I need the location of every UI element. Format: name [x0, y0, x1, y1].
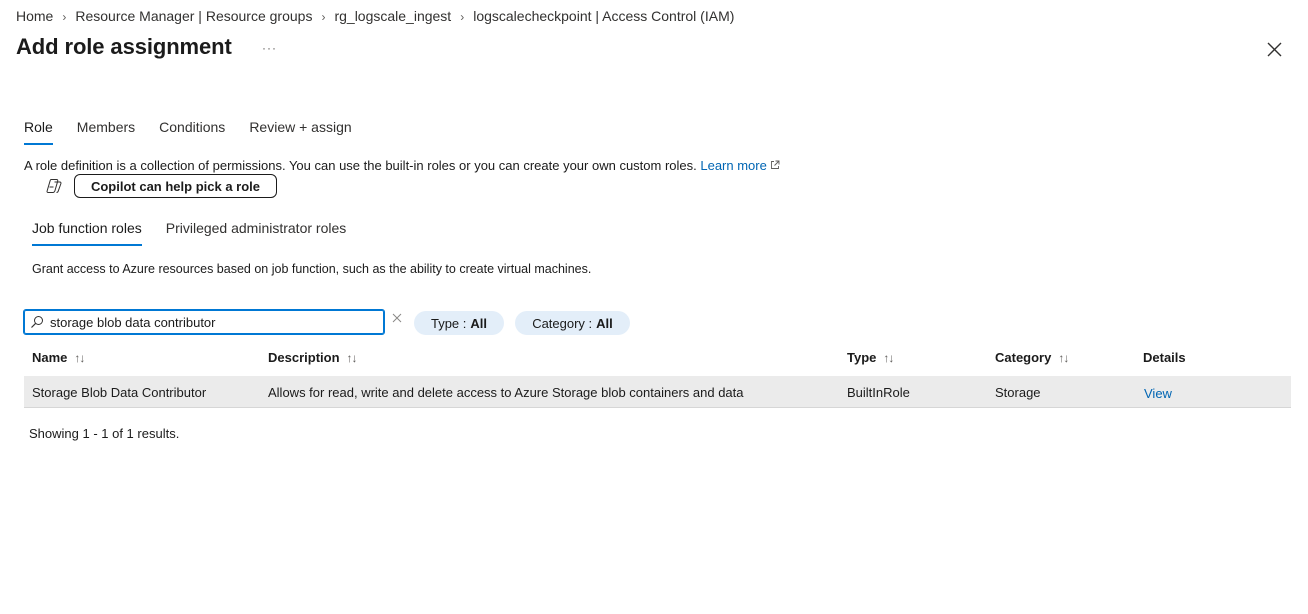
type-filter-value: All	[470, 315, 488, 331]
learn-more-link[interactable]: Learn more	[700, 158, 766, 173]
row-type: BuiltInRole	[847, 385, 910, 400]
tab-role[interactable]: Role	[24, 119, 53, 145]
breadcrumb-access-control[interactable]: logscalecheckpoint | Access Control (IAM…	[473, 8, 734, 24]
column-description[interactable]: Description ↑↓	[268, 350, 358, 365]
type-filter-label: Type :	[430, 315, 467, 331]
column-name-label: Name	[32, 350, 68, 365]
role-definition-intro: A role definition is a collection of per…	[24, 158, 780, 173]
job-function-description: Grant access to Azure resources based on…	[32, 262, 592, 276]
column-name[interactable]: Name ↑↓	[32, 350, 85, 365]
column-details: Details	[1143, 350, 1186, 365]
close-icon[interactable]	[1266, 41, 1283, 58]
category-filter-value: All	[596, 315, 613, 331]
table-row[interactable]: Storage Blob Data Contributor Allows for…	[24, 376, 1291, 408]
intro-text: A role definition is a collection of per…	[24, 158, 701, 173]
role-type-tabs: Job function roles Privileged administra…	[32, 220, 370, 246]
tab-review-assign[interactable]: Review + assign	[249, 119, 351, 145]
row-description: Allows for read, write and delete access…	[268, 385, 744, 400]
role-search-input[interactable]	[50, 314, 370, 330]
breadcrumb-resource-group[interactable]: rg_logscale_ingest	[334, 8, 451, 24]
column-category[interactable]: Category ↑↓	[995, 350, 1069, 365]
wizard-tabs: Role Members Conditions Review + assign	[24, 119, 376, 145]
breadcrumb-separator: ›	[62, 10, 67, 24]
clear-search-icon[interactable]	[391, 312, 403, 324]
sort-icon: ↑↓	[1058, 350, 1069, 365]
column-type-label: Type	[847, 350, 877, 365]
breadcrumb-home[interactable]: Home	[16, 8, 53, 24]
category-filter-label: Category :	[532, 315, 593, 331]
sort-icon: ↑↓	[346, 350, 358, 365]
roles-grid-header: Name ↑↓ Description ↑↓ Type ↑↓ Category ↑↓ D…	[24, 346, 1291, 370]
breadcrumb-separator: ›	[321, 10, 326, 24]
row-category: Storage	[995, 385, 1041, 400]
column-details-label: Details	[1143, 350, 1186, 365]
type-filter-pill[interactable]: Type : All	[414, 311, 504, 335]
category-filter-pill[interactable]: Category : All	[515, 311, 630, 335]
external-link-icon	[770, 160, 780, 169]
column-description-label: Description	[268, 350, 340, 365]
breadcrumb-separator: ›	[460, 10, 465, 24]
tab-members[interactable]: Members	[77, 119, 135, 145]
more-options-button[interactable]: ···	[262, 41, 277, 55]
result-count: Showing 1 - 1 of 1 results.	[29, 426, 180, 441]
column-category-label: Category	[995, 350, 1052, 365]
page-title: Add role assignment	[16, 34, 232, 59]
role-search-box[interactable]	[23, 309, 385, 335]
tab-job-function-roles[interactable]: Job function roles	[32, 220, 142, 246]
tab-conditions[interactable]: Conditions	[159, 119, 225, 145]
copilot-icon	[46, 179, 62, 193]
view-details-link[interactable]: View	[1144, 386, 1172, 401]
tab-privileged-administrator-roles[interactable]: Privileged administrator roles	[166, 220, 347, 246]
copilot-pick-role-button[interactable]: Copilot can help pick a role	[74, 174, 277, 198]
column-type[interactable]: Type ↑↓	[847, 350, 894, 365]
breadcrumb: Home › Resource Manager | Resource group…	[16, 7, 734, 25]
sort-icon: ↑↓	[883, 350, 894, 365]
sort-icon: ↑↓	[74, 350, 85, 365]
breadcrumb-resource-groups[interactable]: Resource Manager | Resource groups	[75, 8, 312, 24]
row-name: Storage Blob Data Contributor	[32, 385, 207, 400]
search-icon	[31, 316, 43, 328]
